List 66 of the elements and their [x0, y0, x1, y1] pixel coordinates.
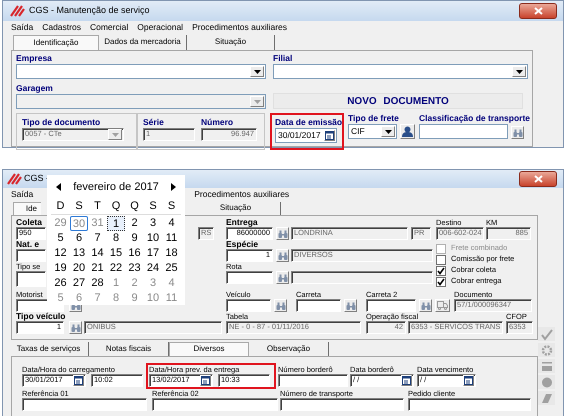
calendar-day[interactable]: 17: [144, 246, 162, 261]
calendar-day[interactable]: 22: [106, 261, 126, 276]
window-title: CGS -: [24, 174, 50, 184]
month-label: fevereiro de 2017: [73, 180, 159, 194]
field-label: Filial: [273, 53, 292, 64]
field-label: Tipo de frete: [348, 113, 399, 124]
weekday-label: Q: [125, 198, 144, 215]
field-label: Classificação de transporte: [419, 113, 530, 124]
field-label: Garagem: [16, 83, 53, 94]
calendar-day[interactable]: 28: [88, 276, 107, 291]
calendar-day[interactable]: 5: [51, 231, 70, 246]
weekday-label: S: [144, 198, 162, 215]
calendar-day[interactable]: 11: [162, 231, 181, 246]
dropdown-field[interactable]: CIF: [348, 124, 397, 139]
menu-item[interactable]: Procedimentos auxiliares: [194, 190, 290, 200]
weekday-label: Q: [106, 198, 126, 215]
calendar-day[interactable]: 20: [70, 261, 88, 276]
tab[interactable]: Identificação: [13, 35, 99, 50]
calendar-day[interactable]: 6: [70, 291, 88, 306]
menu-item[interactable]: Procedimentos auxiliares: [192, 23, 288, 33]
calendar-day[interactable]: 23: [125, 261, 144, 276]
status-banner: NOVO DOCUMENTO: [273, 93, 523, 109]
menu-item[interactable]: Saída: [11, 23, 34, 33]
calendar-day[interactable]: 15: [106, 246, 126, 261]
calendar-day[interactable]: 4: [162, 216, 181, 231]
menu-item[interactable]: Saída: [11, 190, 34, 200]
calendar-day[interactable]: 3: [144, 216, 162, 231]
calendar-day[interactable]: 14: [88, 246, 107, 261]
tab[interactable]: Ide: [13, 202, 41, 215]
menu-item[interactable]: Cadastros: [42, 23, 81, 33]
weekday-label: D: [51, 198, 70, 215]
field-label: Espécie: [226, 240, 258, 249]
field-label: Número: [201, 117, 234, 128]
calendar-day[interactable]: 1: [106, 216, 126, 231]
calendar-day[interactable]: 8: [106, 231, 126, 246]
field-label: Série: [143, 117, 164, 128]
calendar-day[interactable]: 13: [70, 246, 88, 261]
calendar-day[interactable]: 24: [144, 261, 162, 276]
calendar-day[interactable]: 10: [144, 231, 162, 246]
tab[interactable]: Diversos: [169, 342, 249, 356]
field-label: Tipo de documento: [22, 117, 100, 128]
calendar-day[interactable]: 26: [51, 276, 70, 291]
calendar-day[interactable]: 12: [51, 246, 70, 261]
calendar-day[interactable]: 25: [162, 261, 181, 276]
date-field[interactable]: 30/01/2017: [275, 128, 337, 143]
calendar-day[interactable]: 16: [125, 246, 144, 261]
calendar-day[interactable]: 27: [70, 276, 88, 291]
field-label: Empresa: [16, 53, 52, 64]
menu-item[interactable]: Operacional: [137, 23, 184, 33]
calendar-day[interactable]: 21: [88, 261, 107, 276]
calendar-day[interactable]: 7: [88, 231, 107, 246]
window-title: CGS - Manutenção de serviço: [29, 6, 150, 16]
calendar-day[interactable]: 18: [162, 246, 181, 261]
calendar-day[interactable]: 9: [125, 231, 144, 246]
weekday-label: S: [162, 198, 181, 215]
field-label: Tipo veículo: [16, 312, 66, 321]
field-label: Entrega: [226, 218, 258, 227]
calendar-day[interactable]: 19: [51, 261, 70, 276]
field-label: Coleta: [16, 218, 42, 227]
weekday-label: T: [88, 198, 107, 215]
menu-item[interactable]: Comercial: [90, 23, 128, 33]
field-label: Data de emissão: [275, 117, 342, 128]
calendar-day[interactable]: 2: [125, 216, 144, 231]
calendar-day[interactable]: 6: [70, 231, 88, 246]
weekday-label: S: [70, 198, 88, 215]
field-label: Nat. e: [16, 240, 40, 249]
